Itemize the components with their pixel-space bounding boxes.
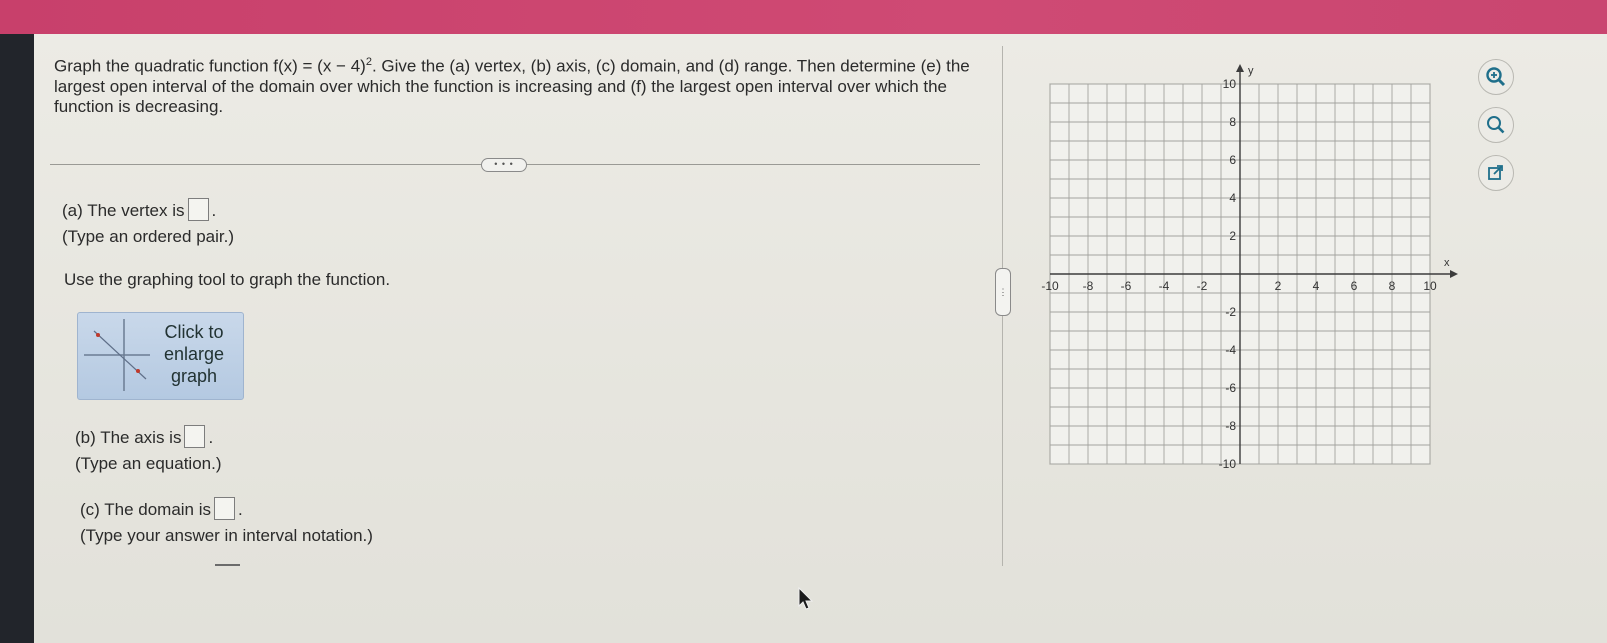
- domain-input[interactable]: [214, 497, 236, 520]
- y-tick-label: -8: [1225, 419, 1236, 433]
- y-tick-label: 4: [1229, 191, 1236, 205]
- zoom-in-button[interactable]: [1478, 59, 1514, 95]
- zoom-out-icon: [1487, 116, 1505, 134]
- popout-icon: [1488, 165, 1503, 180]
- part-a-end: .: [211, 201, 217, 220]
- splitter-handle[interactable]: ⋮: [995, 268, 1011, 316]
- graph-instruction: Use the graphing tool to graph the funct…: [64, 270, 391, 289]
- question-text: Graph the quadratic function f(x) = (x −…: [54, 52, 974, 117]
- part-c-label: (c) The domain is: [80, 500, 212, 519]
- x-tick-label: -8: [1083, 279, 1094, 293]
- y-tick-label: 10: [1223, 77, 1237, 91]
- popout-button[interactable]: [1478, 155, 1514, 191]
- part-b-hint: (Type an equation.): [75, 454, 222, 473]
- part-c-row: (c) The domain is.: [80, 497, 243, 520]
- part-a-row: (a) The vertex is.: [62, 198, 216, 221]
- x-axis-arrow: [1450, 270, 1458, 278]
- y-axis-arrow: [1236, 64, 1244, 72]
- y-axis-label: y: [1248, 65, 1254, 77]
- y-tick-label: -10: [1219, 457, 1237, 471]
- graphing-canvas[interactable]: -10 -8 -6 -4 -2 2 4 6 8 10 10 8 6 4 2 -2 -4 -6 -8 -10 x y: [1030, 60, 1470, 490]
- y-tick-label: 2: [1229, 229, 1236, 243]
- divider-expand-handle[interactable]: • • •: [481, 158, 527, 172]
- part-c-hint: (Type your answer in interval notation.): [80, 526, 373, 545]
- left-bezel: [0, 0, 34, 643]
- x-tick-label: -10: [1041, 279, 1059, 293]
- question-intro: Graph the quadratic function f(x) = (x −…: [54, 56, 366, 76]
- y-tick-label: 8: [1229, 115, 1236, 129]
- x-tick-label: -4: [1159, 279, 1170, 293]
- x-tick-label: 6: [1351, 279, 1358, 293]
- enlarge-graph-button[interactable]: Click to enlarge graph: [77, 312, 244, 400]
- x-tick-label: -6: [1121, 279, 1132, 293]
- part-a-hint: (Type an ordered pair.): [62, 227, 234, 246]
- part-c-end: .: [238, 500, 243, 519]
- y-tick-label: -2: [1225, 305, 1236, 319]
- zoom-out-button[interactable]: [1478, 107, 1514, 143]
- part-b-row: (b) The axis is.: [75, 425, 213, 448]
- vertex-input[interactable]: [187, 198, 209, 221]
- y-tick-label: -4: [1225, 343, 1236, 357]
- zoom-in-icon: [1486, 67, 1506, 87]
- mini-graph-icon: [84, 319, 150, 391]
- x-tick-label: 8: [1389, 279, 1396, 293]
- axis-input[interactable]: [184, 425, 206, 448]
- x-tick-label: 4: [1313, 279, 1320, 293]
- header-bar: [0, 0, 1607, 34]
- part-a-label: (a) The vertex is: [62, 201, 185, 220]
- x-tick-label: 2: [1275, 279, 1282, 293]
- y-tick-label: -6: [1225, 381, 1236, 395]
- x-tick-label: -2: [1197, 279, 1208, 293]
- x-axis-label: x: [1444, 257, 1450, 269]
- part-b-label: (b) The axis is: [75, 428, 182, 447]
- answer-underline: [215, 564, 240, 566]
- part-b-end: .: [208, 428, 214, 447]
- mouse-cursor: [798, 587, 814, 610]
- enlarge-graph-label: Click to enlarge graph: [163, 322, 225, 386]
- y-tick-label: 6: [1229, 153, 1236, 167]
- x-tick-label: 10: [1423, 279, 1437, 293]
